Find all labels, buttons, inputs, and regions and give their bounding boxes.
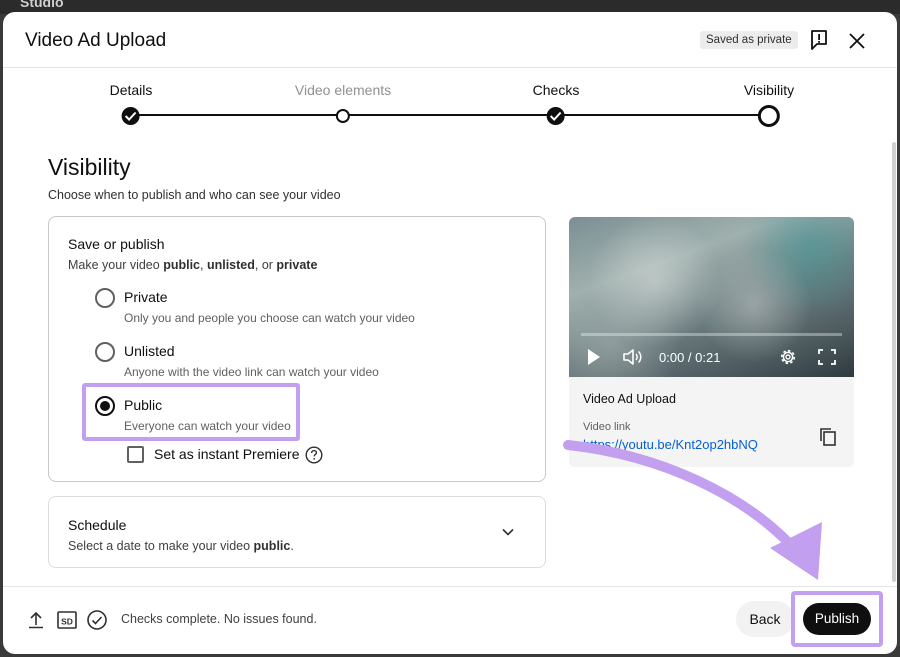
radio-label: Unlisted bbox=[124, 343, 175, 359]
step-label: Details bbox=[109, 82, 153, 98]
visibility-subtitle: Choose when to publish and who can see y… bbox=[48, 188, 341, 202]
dialog-footer: SD Checks complete. No issues found. Bac… bbox=[3, 586, 897, 654]
chevron-down-icon[interactable] bbox=[501, 525, 515, 539]
checks-complete-icon bbox=[87, 610, 107, 630]
schedule-subtitle: Select a date to make your video public. bbox=[68, 539, 294, 553]
play-icon[interactable] bbox=[587, 347, 601, 367]
step-visibility[interactable]: Visibility bbox=[743, 82, 795, 127]
radio-description: Anyone with the video link can watch you… bbox=[124, 365, 379, 379]
step-video-elements[interactable]: Video elements bbox=[294, 82, 392, 123]
checks-status-text: Checks complete. No issues found. bbox=[121, 612, 317, 626]
close-icon[interactable] bbox=[846, 30, 868, 52]
dialog-title: Video Ad Upload bbox=[25, 30, 167, 51]
step-checks[interactable]: Checks bbox=[532, 82, 580, 125]
save-or-publish-title: Save or publish bbox=[68, 236, 165, 252]
watermark-logo: 大数跨境 bbox=[8, 632, 64, 648]
fullscreen-icon[interactable] bbox=[818, 347, 836, 367]
feedback-icon[interactable] bbox=[809, 29, 829, 51]
premiere-label: Set as instant Premiere bbox=[154, 446, 300, 462]
sd-quality-icon: SD bbox=[57, 611, 77, 629]
step-label: Visibility bbox=[743, 82, 795, 98]
video-player[interactable]: 0:00 / 0:21 bbox=[569, 217, 854, 377]
radio-description: Only you and people you choose can watch… bbox=[124, 311, 415, 325]
schedule-section[interactable]: Schedule Select a date to make your vide… bbox=[48, 496, 546, 568]
scrollbar[interactable] bbox=[892, 142, 896, 582]
radio-description: Everyone can watch your video bbox=[124, 419, 291, 433]
settings-gear-icon[interactable] bbox=[778, 347, 798, 367]
premiere-checkbox[interactable] bbox=[127, 446, 144, 463]
step-open-dot bbox=[336, 109, 350, 123]
save-or-publish-subtitle: Make your video public, unlisted, or pri… bbox=[68, 258, 318, 272]
step-current-dot bbox=[758, 105, 780, 127]
video-link[interactable]: https://youtu.be/Knt2op2hbNQ bbox=[583, 437, 758, 452]
back-button[interactable]: Back bbox=[736, 601, 794, 637]
background-app-name: Studio bbox=[20, 0, 64, 10]
help-icon[interactable] bbox=[305, 446, 323, 464]
radio-button[interactable] bbox=[95, 288, 115, 308]
radio-label: Private bbox=[124, 289, 168, 305]
save-or-publish-card: Save or publish Make your video public, … bbox=[48, 216, 546, 482]
radio-label: Public bbox=[124, 397, 163, 413]
upload-icon bbox=[29, 611, 43, 629]
radio-button[interactable] bbox=[95, 342, 115, 362]
check-icon bbox=[547, 107, 565, 125]
step-details[interactable]: Details bbox=[109, 82, 153, 125]
saved-status-badge: Saved as private bbox=[700, 31, 798, 49]
step-label: Checks bbox=[532, 82, 580, 98]
volume-icon[interactable] bbox=[622, 347, 644, 367]
preview-video-name: Video Ad Upload bbox=[583, 392, 676, 406]
stepper-line bbox=[131, 114, 771, 116]
svg-text:SD: SD bbox=[61, 617, 73, 627]
video-progress-bar[interactable] bbox=[581, 333, 842, 336]
video-link-label: Video link bbox=[583, 421, 631, 433]
step-label: Video elements bbox=[294, 82, 392, 98]
radio-button-selected[interactable] bbox=[95, 396, 115, 416]
upload-dialog: Video Ad Upload Saved as private Details… bbox=[3, 12, 897, 654]
publish-button[interactable]: Publish bbox=[803, 603, 871, 635]
visibility-title: Visibility bbox=[48, 154, 131, 180]
copy-icon[interactable] bbox=[819, 427, 837, 447]
video-time: 0:00 / 0:21 bbox=[659, 350, 721, 365]
check-icon bbox=[121, 107, 140, 125]
publish-highlight-box: Publish bbox=[791, 591, 883, 647]
upload-stepper: Details Video elements Checks Visibility bbox=[3, 68, 897, 138]
dialog-header: Video Ad Upload Saved as private bbox=[3, 12, 897, 68]
schedule-title: Schedule bbox=[68, 517, 127, 533]
video-preview-card: 0:00 / 0:21 Video Ad Upload Video link h… bbox=[569, 217, 854, 467]
